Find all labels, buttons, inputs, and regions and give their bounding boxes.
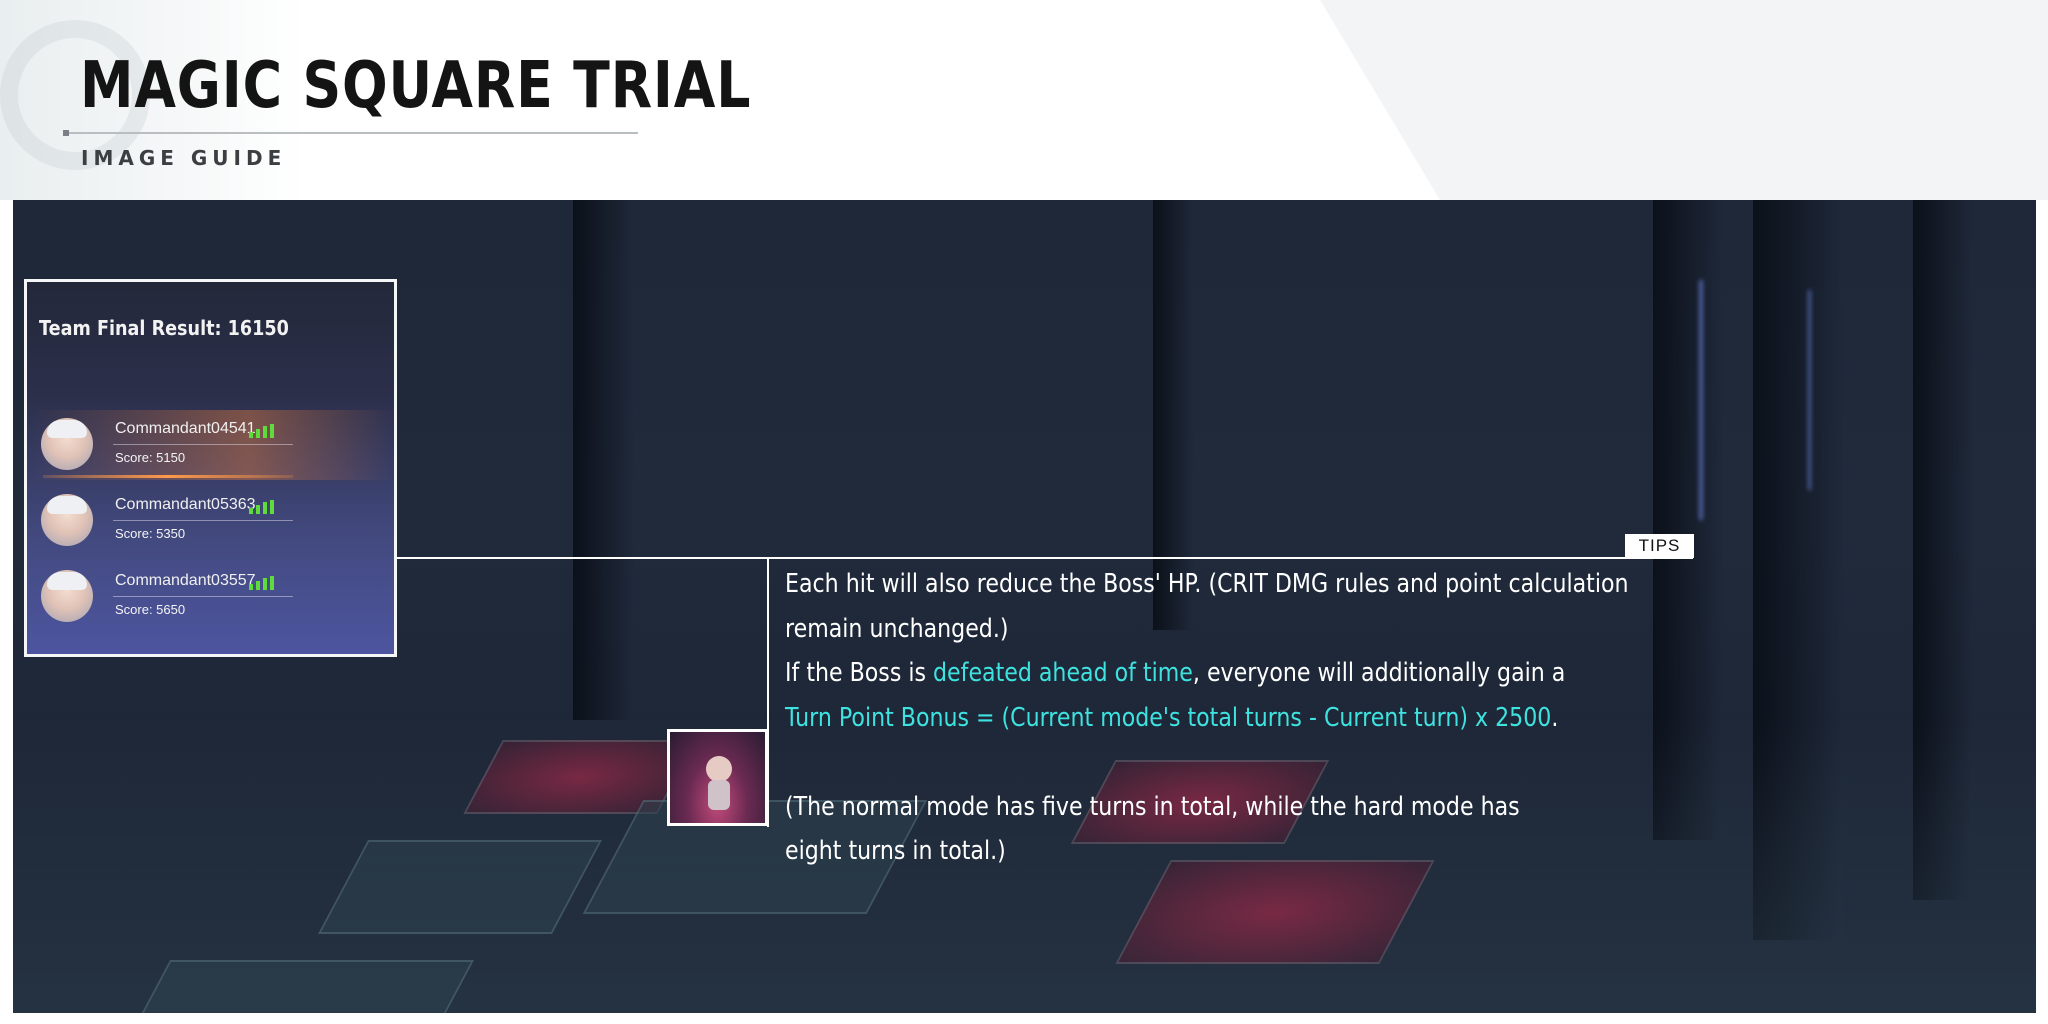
- tips-line: Turn Point Bonus = (Current mode's total…: [785, 696, 1567, 741]
- tips-line: If the Boss is defeated ahead of time, e…: [785, 651, 1567, 696]
- player-score: Score: 5650: [115, 602, 186, 617]
- page-subtitle: IMAGE GUIDE: [81, 146, 287, 170]
- signal-strength-icon: [249, 424, 277, 438]
- player-row: Commandant05363 Score: 5350: [33, 486, 393, 556]
- player-row: Commandant04541 Score: 5150: [33, 410, 393, 480]
- player-name: Commandant05363: [115, 496, 256, 513]
- player-row: Commandant03557 Score: 5650: [33, 562, 393, 632]
- tips-line: (The normal mode has five turns in total…: [785, 791, 1520, 822]
- tips-text-segment: If the Boss is: [785, 658, 934, 688]
- player-name-underline: [113, 520, 293, 521]
- scene-light-strip: [1808, 290, 1811, 490]
- player-name: Commandant03557: [115, 572, 256, 589]
- title-divider: [64, 132, 638, 134]
- header-shard-decoration: [1320, 0, 2048, 200]
- team-final-result-title: Team Final Result: 16150: [39, 316, 289, 340]
- tips-highlight-text: Turn Point Bonus = (Current mode's total…: [785, 702, 1552, 733]
- floor-tile: [135, 960, 475, 1013]
- player-name-underline: [113, 444, 293, 445]
- tips-text-block: Each hit will also reduce the Boss' HP. …: [785, 562, 1629, 874]
- player-avatar: [41, 494, 93, 546]
- tips-highlight-text: defeated ahead of time: [933, 658, 1193, 688]
- signal-strength-icon: [249, 500, 277, 514]
- signal-strength-icon: [249, 576, 277, 590]
- tips-tag: TIPS: [1625, 534, 1694, 558]
- tips-spacer: [785, 740, 1567, 785]
- player-name-underline: [113, 596, 293, 597]
- callout-line-horizontal: [397, 557, 1693, 559]
- player-name: Commandant04541: [115, 420, 256, 437]
- page-title: MAGIC SQUARE TRIAL: [80, 49, 752, 123]
- floor-tile: [1115, 860, 1435, 964]
- tips-text-segment: .: [1551, 702, 1559, 733]
- team-result-panel: Team Final Result: 16150 Commandant04541…: [24, 279, 397, 657]
- player-score: Score: 5150: [115, 450, 186, 465]
- player-avatar: [41, 570, 93, 622]
- title-divider-dot: [63, 130, 69, 136]
- boss-thumbnail: [667, 729, 768, 826]
- tips-line: eight turns in total.): [785, 836, 1006, 866]
- player-avatar: [41, 418, 93, 470]
- tips-text-segment: , everyone will additionally gain a: [1192, 658, 1566, 688]
- tips-line: remain unchanged.): [785, 613, 1009, 644]
- scene-light-strip: [1699, 280, 1703, 520]
- floor-tile: [318, 840, 602, 934]
- scene-pillar: [573, 200, 633, 720]
- tips-line: Each hit will also reduce the Boss' HP. …: [785, 569, 1629, 599]
- player-score: Score: 5350: [115, 526, 186, 541]
